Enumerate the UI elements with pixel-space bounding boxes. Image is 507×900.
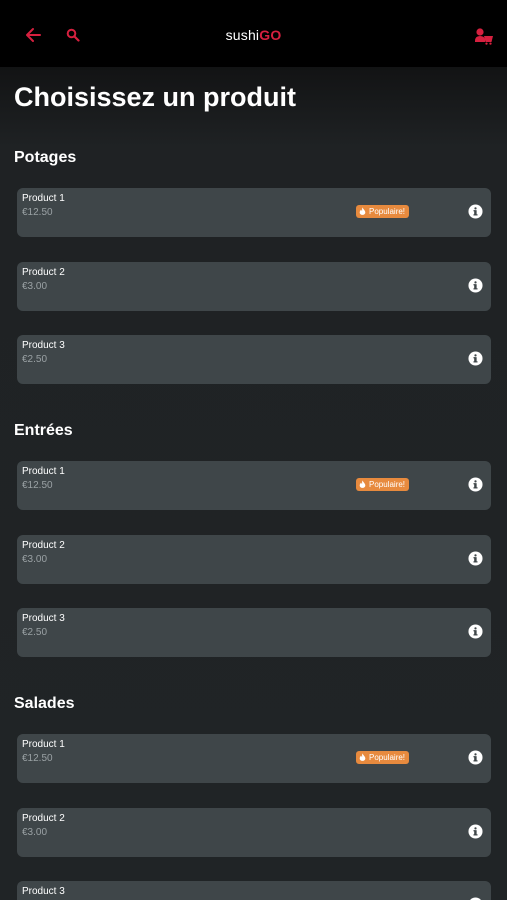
popular-badge-label: Populaire! — [369, 480, 406, 489]
section-title: Salades — [14, 695, 75, 712]
section-title: Entrées — [14, 422, 73, 439]
product-name: Product 2 — [22, 539, 65, 551]
product-price: €3.00 — [22, 280, 48, 292]
fire-icon — [359, 753, 366, 761]
product-name: Product 3 — [22, 886, 65, 897]
product-price: €12.50 — [22, 753, 53, 764]
cart-icon[interactable] — [474, 27, 494, 45]
logo-text-sushi: sushi — [225, 27, 260, 43]
product-card[interactable]: Product 2 €3.00 — [17, 261, 491, 311]
product-name: Product 2 — [22, 812, 65, 824]
product-card[interactable]: Product 1 €12.50 Populaire! — [17, 734, 491, 783]
info-icon[interactable] — [468, 351, 483, 366]
info-icon[interactable] — [468, 750, 483, 765]
info-icon[interactable] — [468, 550, 483, 566]
info-icon[interactable] — [468, 823, 483, 839]
product-card[interactable]: Product 3 — [17, 881, 491, 900]
app-logo: sushiGO — [0, 27, 507, 43]
section-title: Potages — [14, 149, 77, 166]
fire-icon — [359, 207, 366, 215]
product-list-screen[interactable]: Choisissez un produit Potages Product 1 €1… — [0, 67, 507, 900]
product-name: Product 1 — [22, 466, 65, 477]
product-card[interactable]: Product 2 €3.00 — [17, 807, 491, 857]
product-card[interactable]: Product 3 €2.50 — [17, 335, 491, 384]
product-price: €2.50 — [22, 627, 48, 638]
info-icon[interactable] — [468, 277, 483, 293]
product-card[interactable]: Product 3 €2.50 — [17, 608, 491, 657]
logo-text-go: GO — [259, 27, 282, 43]
product-price: €3.00 — [22, 826, 48, 838]
popular-badge: Populaire! — [356, 478, 410, 491]
info-icon[interactable] — [468, 204, 483, 219]
page-title: Choisissez un produit — [14, 82, 297, 112]
product-name: Product 3 — [22, 340, 65, 351]
popular-badge-label: Populaire! — [369, 753, 406, 762]
fire-icon — [359, 480, 366, 488]
top-bar: sushiGO — [0, 0, 507, 67]
info-icon[interactable] — [468, 477, 483, 492]
product-price: €12.50 — [22, 207, 53, 218]
product-price: €2.50 — [22, 354, 48, 365]
product-name: Product 1 — [22, 193, 65, 204]
info-icon[interactable] — [468, 624, 483, 639]
product-price: €3.00 — [22, 553, 48, 565]
product-name: Product 2 — [22, 266, 65, 278]
product-card[interactable]: Product 1 €12.50 Populaire! — [17, 188, 491, 237]
popular-badge: Populaire! — [356, 205, 410, 218]
product-card[interactable]: Product 1 €12.50 Populaire! — [17, 461, 491, 510]
product-price: €12.50 — [22, 480, 53, 491]
product-name: Product 3 — [22, 613, 65, 624]
popular-badge: Populaire! — [356, 751, 410, 764]
product-name: Product 1 — [22, 739, 65, 750]
product-card[interactable]: Product 2 €3.00 — [17, 534, 491, 584]
popular-badge-label: Populaire! — [369, 207, 406, 216]
